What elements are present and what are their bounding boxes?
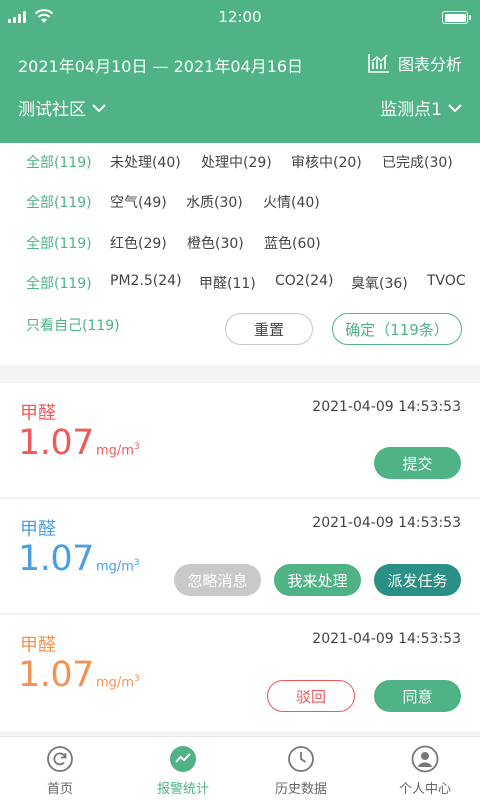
community-label: 测试社区 [18, 100, 86, 120]
filter-chip[interactable]: 全部(119) [26, 192, 110, 212]
alert-title: 甲醛 [20, 635, 56, 656]
alert-time: 2021-04-09 14:53:53 [312, 631, 461, 647]
self-only-filter[interactable]: 只看自己(119) [26, 315, 120, 335]
alert-unit: mg/m3 [95, 441, 140, 458]
ignore-button[interactable]: 忽略消息 [174, 564, 261, 596]
filter-chip[interactable]: 臭氧(36) [351, 273, 427, 293]
alert-value: 1.07 mg/m3 [18, 423, 140, 463]
chevron-down-icon [92, 103, 106, 112]
filter-chip[interactable]: 未处理(40) [110, 152, 201, 172]
filter-chip[interactable]: 处理中(29) [201, 152, 291, 172]
chevron-down-icon [448, 103, 462, 112]
filter-chip[interactable]: 全部(119) [26, 273, 110, 293]
tab-label: 首页 [46, 782, 73, 797]
tab-label: 报警统计 [156, 782, 209, 797]
date-range[interactable]: 2021年04月10日 — 2021年04月16日 [18, 53, 303, 77]
filter-chip[interactable]: TVOC [427, 273, 466, 293]
approve-button[interactable]: 同意 [374, 680, 461, 712]
filter-chip[interactable]: 红色(29) [110, 233, 187, 253]
filter-chip[interactable]: 全部(119) [26, 233, 110, 253]
confirm-button[interactable]: 确定（119条） [332, 313, 462, 345]
reset-button[interactable]: 重置 [225, 313, 313, 345]
tab-home[interactable]: 首页 [0, 737, 120, 800]
reject-button[interactable]: 驳回 [267, 680, 355, 712]
tab-label: 历史数据 [274, 782, 327, 797]
filter-chip[interactable]: 已完成(30) [382, 152, 453, 172]
alert-value-number: 1.07 [18, 539, 94, 579]
filter-panel: 全部(119) 未处理(40) 处理中(29) 审核中(20) 已完成(30) … [0, 143, 480, 365]
trend-icon [170, 746, 196, 772]
tab-alarm-stats[interactable]: 报警统计 [123, 737, 243, 800]
alert-value: 1.07 mg/m3 [18, 655, 140, 695]
status-filter-row: 全部(119) 未处理(40) 处理中(29) 审核中(20) 已完成(30) [26, 152, 453, 172]
alert-card[interactable]: 甲醛 1.07 mg/m3 2021-04-09 14:53:53 驳回 同意 [0, 615, 480, 731]
home-refresh-icon [47, 746, 73, 772]
tab-history[interactable]: 历史数据 [241, 737, 361, 800]
filter-chip[interactable]: 甲醛(11) [199, 273, 275, 293]
filter-chip[interactable]: 审核中(20) [291, 152, 382, 172]
alert-title: 甲醛 [20, 403, 56, 424]
alert-time: 2021-04-09 14:53:53 [312, 515, 461, 531]
header: 12:00 2021年04月10日 — 2021年04月16日 图表分析 测试社… [0, 0, 480, 143]
tab-profile[interactable]: 个人中心 [365, 737, 480, 800]
alert-title: 甲醛 [20, 519, 56, 540]
bar-chart-icon [368, 54, 389, 73]
status-time: 12:00 [218, 8, 262, 26]
alert-value: 1.07 mg/m3 [18, 539, 140, 579]
monitor-point-label: 监测点1 [380, 100, 442, 120]
alert-card[interactable]: 甲醛 1.07 mg/m3 2021-04-09 14:53:53 忽略消息 我… [0, 499, 480, 613]
community-select[interactable]: 测试社区 [18, 95, 106, 120]
chart-analysis-button[interactable]: 图表分析 [368, 51, 462, 75]
filter-chip[interactable]: 火情(40) [263, 192, 320, 212]
level-filter-row: 全部(119) 红色(29) 橙色(30) 蓝色(60) [26, 233, 321, 253]
bottom-tab-bar: 首页 报警统计 历史数据 个人中心 [0, 736, 480, 800]
alert-time: 2021-04-09 14:53:53 [312, 399, 461, 415]
alert-unit: mg/m3 [95, 673, 140, 690]
filter-chip[interactable]: PM2.5(24) [110, 273, 199, 293]
filter-chip[interactable]: 空气(49) [110, 192, 186, 212]
type-filter-row: 全部(119) 空气(49) 水质(30) 火情(40) [26, 192, 320, 212]
handle-button[interactable]: 我来处理 [274, 564, 361, 596]
clock-icon [288, 746, 314, 772]
filter-chip[interactable]: CO2(24) [275, 273, 351, 293]
tab-label: 个人中心 [398, 782, 451, 797]
battery-icon [442, 11, 471, 24]
alert-value-number: 1.07 [18, 655, 94, 695]
dispatch-task-button[interactable]: 派发任务 [374, 564, 461, 596]
alert-unit: mg/m3 [95, 557, 140, 574]
user-icon [411, 745, 439, 773]
filter-chip[interactable]: 水质(30) [186, 192, 263, 212]
filter-chip[interactable]: 全部(119) [26, 152, 110, 172]
alert-value-number: 1.07 [18, 423, 94, 463]
filter-chip[interactable]: 蓝色(60) [264, 233, 321, 253]
pollutant-filter-row: 全部(119) PM2.5(24) 甲醛(11) CO2(24) 臭氧(36) … [26, 273, 466, 293]
filter-chip[interactable]: 橙色(30) [187, 233, 264, 253]
monitor-point-select[interactable]: 监测点1 [380, 95, 462, 120]
submit-button[interactable]: 提交 [374, 447, 461, 479]
chart-analysis-label: 图表分析 [397, 55, 462, 74]
alert-card[interactable]: 甲醛 1.07 mg/m3 2021-04-09 14:53:53 提交 [0, 383, 480, 497]
status-bar: 12:00 [0, 0, 480, 34]
